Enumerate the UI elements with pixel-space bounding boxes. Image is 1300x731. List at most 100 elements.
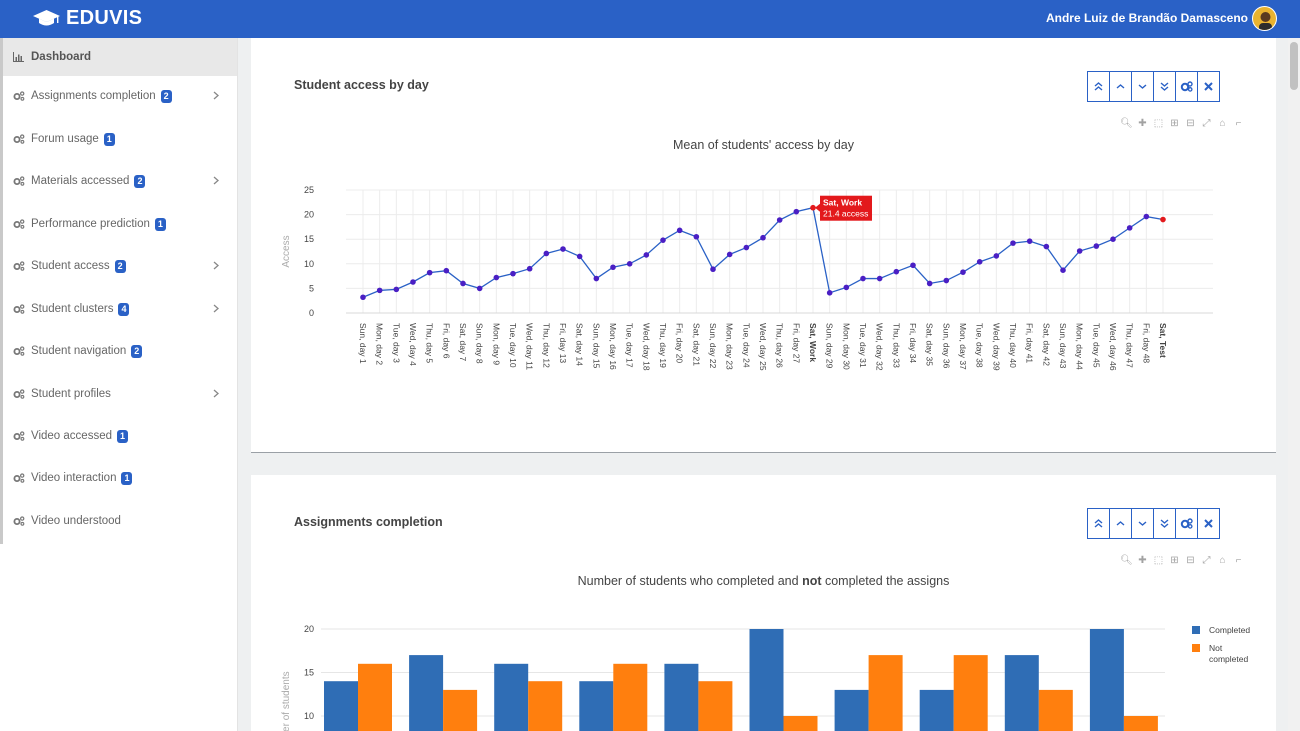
x-tick-label: Tue, day 3 — [391, 323, 401, 363]
y-tick-label: 25 — [304, 185, 314, 195]
bar — [783, 716, 818, 731]
data-point — [1010, 240, 1016, 246]
sidebar-item-video-understood[interactable]: Video understood — [3, 501, 237, 541]
data-point — [1026, 238, 1033, 244]
sidebar-item-label: Video accessed — [31, 430, 112, 442]
chevron-right-icon[interactable] — [213, 259, 219, 273]
data-point — [510, 270, 516, 277]
tooltip-label: Sat, Work — [823, 198, 862, 208]
sidebar-item-materials-accessed[interactable]: Materials accessed 2 — [3, 161, 237, 201]
bar — [443, 689, 478, 731]
sidebar-item-label: Student clusters — [31, 303, 114, 315]
sidebar-item-student-navigation[interactable]: Student navigation 2 — [3, 331, 237, 371]
data-point — [376, 287, 383, 294]
y-tick-label: 10 — [304, 711, 314, 721]
count-badge: 2 — [114, 259, 126, 273]
x-tick-label: Sun, day 29 — [825, 323, 835, 369]
cogs-icon — [13, 134, 27, 144]
sidebar-item-label: Performance prediction — [31, 218, 150, 230]
scrollbar-thumb[interactable] — [1290, 42, 1298, 90]
data-point — [426, 269, 433, 276]
data-point — [443, 267, 450, 274]
data-point — [843, 284, 850, 291]
x-tick-label: Fri, day 41 — [1025, 323, 1035, 363]
count-badge: 2 — [134, 174, 146, 188]
data-point — [1160, 216, 1166, 223]
x-tick-label: Mon, day 37 — [958, 323, 968, 370]
data-point — [760, 234, 766, 241]
cogs-icon — [13, 261, 27, 271]
graduation-cap-icon — [33, 9, 60, 25]
data-point — [910, 262, 916, 269]
data-point — [493, 274, 500, 281]
y-tick-label: 20 — [304, 624, 314, 634]
x-tick-label: Wed, day 25 — [758, 323, 768, 371]
chevron-right-icon[interactable] — [213, 387, 219, 401]
data-point — [1110, 236, 1116, 242]
data-point — [476, 285, 483, 292]
x-tick-label: Thu, day 5 — [425, 323, 435, 363]
x-tick-label: Thu, day 26 — [775, 323, 785, 368]
chevron-right-icon[interactable] — [213, 174, 219, 188]
y-tick-label: 20 — [304, 210, 314, 220]
sidebar-item-student-profiles[interactable]: Student profiles — [3, 374, 237, 414]
data-point — [643, 252, 650, 258]
data-point — [876, 275, 883, 282]
cogs-icon — [13, 91, 27, 101]
sidebar-item-dashboard[interactable]: Dashboard — [3, 38, 237, 76]
line-chart: 0 5 10 15 20 25 Access Sun, day 1 Mon, day 2 Tue,… — [281, 185, 1213, 371]
data-point — [460, 280, 466, 287]
x-tick-label: Thu, day 40 — [1008, 323, 1018, 368]
sidebar-item-student-clusters[interactable]: Student clusters 4 — [3, 289, 237, 329]
page-scrollbar[interactable] — [1288, 38, 1300, 731]
bar — [1089, 629, 1124, 731]
bar — [528, 681, 563, 731]
x-tick-label: Fri, day 13 — [558, 323, 568, 363]
bar — [358, 663, 392, 731]
count-badge: 2 — [131, 344, 143, 358]
x-tick-label: Tue, day 24 — [741, 323, 751, 368]
y-tick-label: 0 — [309, 308, 314, 318]
sidebar-item-forum-usage[interactable]: Forum usage 1 — [3, 119, 237, 159]
sidebar-item-student-access[interactable]: Student access 2 — [3, 246, 237, 286]
data-point — [560, 246, 566, 252]
data-point — [1143, 213, 1150, 220]
data-point — [660, 237, 666, 243]
x-tick-label: Tue, day 10 — [508, 323, 518, 368]
avatar[interactable] — [1252, 6, 1277, 31]
x-tick-label: Sat, Work — [808, 323, 818, 362]
sidebar-item-performance-prediction[interactable]: Performance prediction 1 — [3, 204, 237, 244]
x-tick-label: Tue, day 38 — [975, 323, 985, 368]
legend-label: Completed — [1209, 625, 1250, 635]
brand-logo[interactable]: EDUVIS — [33, 7, 142, 30]
x-tick-label: Sat, day 14 — [575, 323, 585, 366]
cogs-icon — [13, 219, 27, 229]
user-name[interactable]: Andre Luiz de Brandão Damasceno — [1046, 11, 1248, 25]
sidebar-item-assignments-completion[interactable]: Assignments completion 2 — [3, 76, 237, 116]
chevron-right-icon[interactable] — [213, 302, 219, 316]
x-tick-label: Sat, day 35 — [925, 323, 935, 366]
x-tick-label: Fri, day 27 — [791, 323, 801, 363]
x-tick-label: Thu, day 47 — [1125, 323, 1135, 368]
count-badge: 4 — [118, 302, 130, 316]
count-badge: 1 — [121, 471, 133, 485]
panel-assignments-completion: Assignments completion 🔍︎ ✚ ⬚ ⊞ ⊟ ⤢ ⌂ ⌐ … — [251, 475, 1276, 731]
sidebar-item-label: Assignments completion — [31, 90, 156, 102]
data-point — [593, 275, 600, 282]
data-point — [776, 217, 783, 223]
tooltip-value: 21.4 access — [823, 209, 868, 219]
sidebar-item-video-accessed[interactable]: Video accessed 1 — [3, 416, 237, 456]
y-axis-label: Access — [281, 235, 292, 267]
y-tick-label: 15 — [304, 234, 314, 244]
bar — [579, 681, 614, 731]
data-point — [1093, 243, 1100, 249]
x-tick-label: Tue, day 17 — [625, 323, 635, 368]
chevron-right-icon[interactable] — [213, 89, 219, 103]
bar — [953, 655, 988, 731]
data-point — [743, 244, 750, 251]
data-point — [793, 208, 800, 215]
cogs-icon — [13, 176, 27, 186]
x-tick-label: Sun, day 15 — [591, 323, 601, 369]
sidebar-item-video-interaction[interactable]: Video interaction 1 — [3, 458, 237, 498]
y-tick-label: 5 — [309, 283, 314, 293]
